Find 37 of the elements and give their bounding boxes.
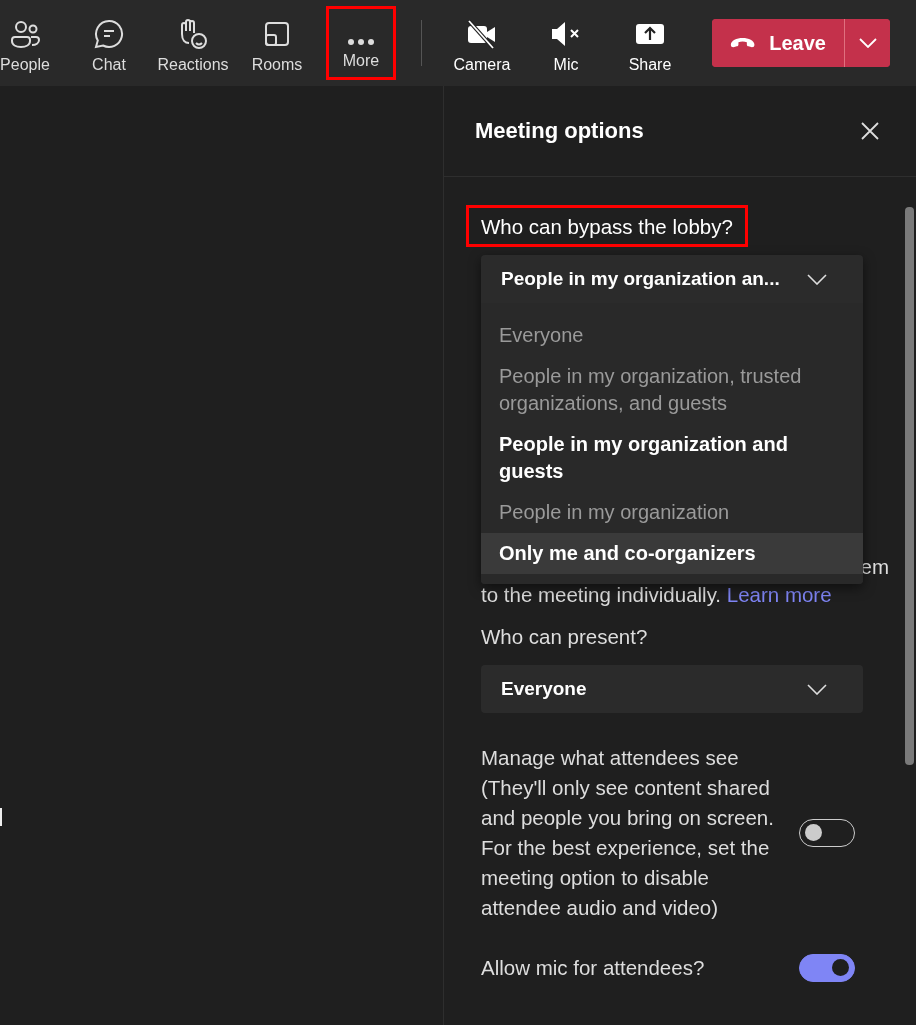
dropdown-option[interactable]: Only me and co-organizers <box>481 533 863 574</box>
chevron-down-icon <box>858 38 877 48</box>
present-label: Who can present? <box>481 625 649 649</box>
camera-off-icon <box>466 18 498 50</box>
more-button[interactable]: More <box>326 6 396 80</box>
description-text: to the meeting individually. Learn more <box>481 582 833 608</box>
toggle-label: Allow mic for attendees? <box>481 955 706 981</box>
learn-more-link[interactable]: Learn more <box>726 583 832 606</box>
scrollbar[interactable] <box>905 207 914 765</box>
more-icon <box>346 38 376 46</box>
reactions-button[interactable]: Reactions <box>151 0 235 86</box>
people-button[interactable]: People <box>0 0 67 86</box>
camera-button[interactable]: Camera <box>440 0 524 86</box>
dropdown-option[interactable]: Everyone <box>481 315 863 356</box>
close-icon <box>860 121 880 141</box>
lobby-dropdown[interactable]: People in my organization an... Everyone People in my organization, trusted organizations, and guests People in my organization and guests People in my organization Only me and co-organizers <box>481 255 863 584</box>
chat-button[interactable]: Chat <box>67 0 151 86</box>
mic-button[interactable]: Mic <box>524 0 608 86</box>
dropdown-option[interactable]: People in my organization <box>481 492 863 533</box>
share-button[interactable]: Share <box>608 0 692 86</box>
toggle-label: Manage what attendees see (They'll only see content shared and people you bring on screen. For the best experience, set the meeting option to disable attendee audio and video) <box>481 745 775 921</box>
present-select[interactable]: Everyone <box>481 665 863 713</box>
chevron-down-icon <box>807 683 827 695</box>
dropdown-option[interactable]: People in my organization, trusted organizations, and guests <box>481 356 863 424</box>
chat-bubble-icon <box>93 18 125 50</box>
panel-title: Meeting options <box>475 118 644 144</box>
toggle-switch[interactable] <box>799 954 855 982</box>
leave-options-button[interactable] <box>844 19 890 67</box>
lobby-label: Who can bypass the lobby? <box>466 205 748 247</box>
dropdown-option[interactable]: People in my organization and guests <box>481 424 863 492</box>
close-button[interactable] <box>860 121 880 141</box>
rooms-button[interactable]: Rooms <box>235 0 319 86</box>
lobby-select[interactable]: People in my organization an... <box>481 255 863 303</box>
chevron-down-icon <box>807 273 827 285</box>
phone-hangup-icon <box>730 36 756 50</box>
text-cursor <box>0 808 2 826</box>
people-icon <box>9 18 41 50</box>
